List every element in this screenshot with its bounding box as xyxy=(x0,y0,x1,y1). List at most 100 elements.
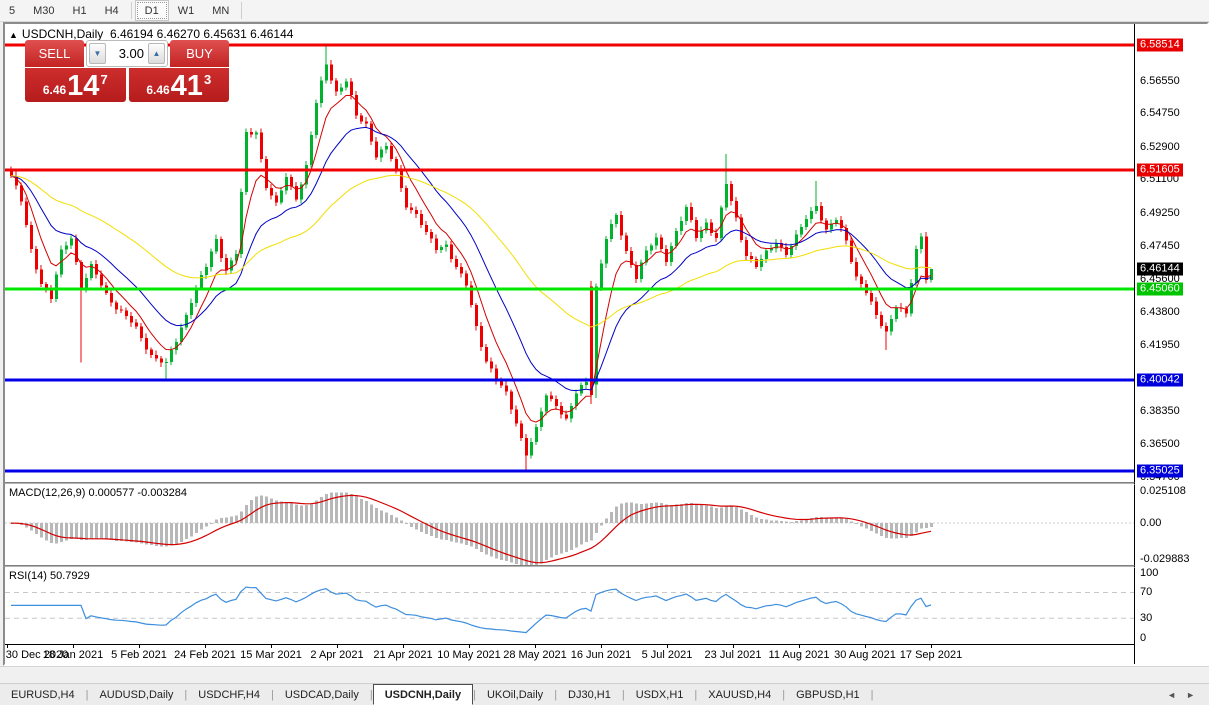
price-axis-tick: 6.47450 xyxy=(1140,240,1180,252)
one-click-trade-panel: SELL ▼ ▲ BUY 6.46 14 7 6.46 xyxy=(25,40,229,102)
chart-window: ▲ USDCNH,Daily 6.46194 6.46270 6.45631 6.… xyxy=(3,22,1209,666)
volume-input[interactable] xyxy=(106,43,148,64)
price-axis-tick: 6.43800 xyxy=(1140,306,1180,318)
date-label: 24 Feb 2021 xyxy=(174,649,236,661)
date-tick xyxy=(403,645,404,648)
price-axis-tick: 6.41950 xyxy=(1140,339,1180,351)
price-axis-tick: 6.56550 xyxy=(1140,75,1180,87)
price-level-badge: 6.46144 xyxy=(1137,263,1183,276)
price-level-badge: 6.40042 xyxy=(1137,373,1183,386)
price-axis[interactable]: 6.565506.547506.529006.511006.492506.474… xyxy=(1135,24,1207,664)
date-tick xyxy=(931,645,932,648)
date-label: 21 Apr 2021 xyxy=(373,649,432,661)
rsi-axis-tick: 100 xyxy=(1140,567,1158,579)
date-label: 15 Mar 2021 xyxy=(240,649,302,661)
date-label: 30 Aug 2021 xyxy=(834,649,896,661)
rsi-axis-tick: 70 xyxy=(1140,586,1152,598)
buy-price-big: 41 xyxy=(171,73,203,99)
symbol-tab-ukoil[interactable]: UKOil,Daily xyxy=(476,684,554,705)
bottom-gap-strip xyxy=(0,666,1209,683)
symbol-tab-usdchf[interactable]: USDCHF,H4 xyxy=(187,684,271,705)
timeframe-button-d1[interactable]: D1 xyxy=(135,0,169,21)
timeframe-button-h4[interactable]: H4 xyxy=(96,0,128,21)
sell-price-big: 14 xyxy=(67,73,99,99)
buy-quote-box[interactable]: 6.46 41 3 xyxy=(129,68,230,102)
price-axis-tick: 6.52900 xyxy=(1140,141,1180,153)
macd-pane[interactable]: MACD(12,26,9) 0.000577 -0.003284 xyxy=(5,485,1135,565)
price-level-badge: 6.51605 xyxy=(1137,164,1183,177)
date-tick xyxy=(733,645,734,648)
timeframe-toolbar: 5M30H1H4 D1W1MN xyxy=(0,0,1209,22)
sell-button[interactable]: SELL xyxy=(25,40,84,67)
date-label: 5 Jul 2021 xyxy=(642,649,693,661)
price-axis-tick: 6.54750 xyxy=(1140,107,1180,119)
timeframe-button-h1[interactable]: H1 xyxy=(64,0,96,21)
date-tick xyxy=(73,645,74,648)
macd-label: MACD(12,26,9) 0.000577 -0.003284 xyxy=(9,487,187,499)
rsi-pane[interactable]: RSI(14) 50.7929 xyxy=(5,568,1135,644)
date-tick xyxy=(139,645,140,648)
macd-axis-tick: 0.025108 xyxy=(1140,485,1186,497)
date-label: 23 Jul 2021 xyxy=(705,649,762,661)
symbol-tab-usdcad[interactable]: USDCAD,Daily xyxy=(274,684,370,705)
timeframe-button-mn[interactable]: MN xyxy=(203,0,238,21)
tab-scroll-right-icon[interactable]: ► xyxy=(1186,690,1195,700)
date-tick xyxy=(337,645,338,648)
volume-increase-button[interactable]: ▲ xyxy=(148,43,165,64)
chart-title: ▲ USDCNH,Daily 6.46194 6.46270 6.45631 6.… xyxy=(9,27,293,41)
date-tick xyxy=(601,645,602,648)
macd-axis-tick: 0.00 xyxy=(1140,517,1161,529)
collapse-triangle-icon[interactable]: ▲ xyxy=(9,30,18,40)
timeframe-button-w1[interactable]: W1 xyxy=(169,0,204,21)
symbol-tab-audusd[interactable]: AUDUSD,Daily xyxy=(88,684,184,705)
sell-quote-box[interactable]: 6.46 14 7 xyxy=(25,68,126,102)
buy-button[interactable]: BUY xyxy=(170,40,229,67)
price-level-badge: 6.58514 xyxy=(1137,38,1183,51)
symbol-tab-eurusd[interactable]: EURUSD,H4 xyxy=(0,684,86,705)
buy-price-prefix: 6.46 xyxy=(146,83,169,97)
date-tick xyxy=(535,645,536,648)
chart-symbol-period: USDCNH,Daily xyxy=(22,27,103,41)
chart-tab-bar: EURUSD,H4|AUDUSD,Daily|USDCHF,H4|USDCAD,… xyxy=(0,683,1209,705)
date-label: 10 May 2021 xyxy=(437,649,501,661)
price-level-badge: 6.35025 xyxy=(1137,464,1183,477)
tab-scroll-nav: ◄► xyxy=(1153,684,1209,705)
date-label: 11 Aug 2021 xyxy=(769,649,830,661)
date-tick xyxy=(469,645,470,648)
symbol-tab-dj30[interactable]: DJ30,H1 xyxy=(557,684,622,705)
timeframe-button-5[interactable]: 5 xyxy=(0,0,24,21)
date-label: 28 May 2021 xyxy=(503,649,567,661)
buy-price-pip: 3 xyxy=(204,72,211,87)
date-label: 16 Jun 2021 xyxy=(571,649,632,661)
date-tick xyxy=(799,645,800,648)
toolbar-separator xyxy=(131,2,132,19)
plot-column: ▲ USDCNH,Daily 6.46194 6.46270 6.45631 6.… xyxy=(5,24,1135,664)
price-axis-tick: 6.38350 xyxy=(1140,405,1180,417)
volume-spinner: ▼ ▲ xyxy=(86,40,168,67)
toolbar-separator xyxy=(241,2,242,19)
date-label: 18 Jan 2021 xyxy=(43,649,104,661)
date-tick xyxy=(205,645,206,648)
date-label: 17 Sep 2021 xyxy=(900,649,962,661)
date-axis[interactable]: 30 Dec 202018 Jan 20215 Feb 202124 Feb 2… xyxy=(5,644,1135,664)
volume-decrease-button[interactable]: ▼ xyxy=(89,43,106,64)
sell-price-prefix: 6.46 xyxy=(43,83,66,97)
rsi-label: RSI(14) 50.7929 xyxy=(9,570,90,582)
date-tick xyxy=(865,645,866,648)
symbol-tab-gbpusd[interactable]: GBPUSD,H1 xyxy=(785,684,871,705)
date-label: 5 Feb 2021 xyxy=(111,649,167,661)
chart-ohlc-values: 6.46194 6.46270 6.45631 6.46144 xyxy=(110,27,294,41)
symbol-tab-usdx[interactable]: USDX,H1 xyxy=(625,684,695,705)
date-label: 2 Apr 2021 xyxy=(310,649,363,661)
price-pane[interactable]: ▲ USDCNH,Daily 6.46194 6.46270 6.45631 6.… xyxy=(5,24,1135,482)
sell-price-pip: 7 xyxy=(100,72,107,87)
symbol-tab-xauusd[interactable]: XAUUSD,H4 xyxy=(697,684,782,705)
tab-separator: | xyxy=(871,684,874,705)
tab-scroll-left-icon[interactable]: ◄ xyxy=(1167,690,1176,700)
date-tick xyxy=(667,645,668,648)
price-axis-tick: 6.36500 xyxy=(1140,438,1180,450)
rsi-chart[interactable] xyxy=(5,568,1134,644)
price-level-badge: 6.45060 xyxy=(1137,282,1183,295)
timeframe-button-m30[interactable]: M30 xyxy=(24,0,63,21)
symbol-tab-usdcnh[interactable]: USDCNH,Daily xyxy=(373,684,473,705)
